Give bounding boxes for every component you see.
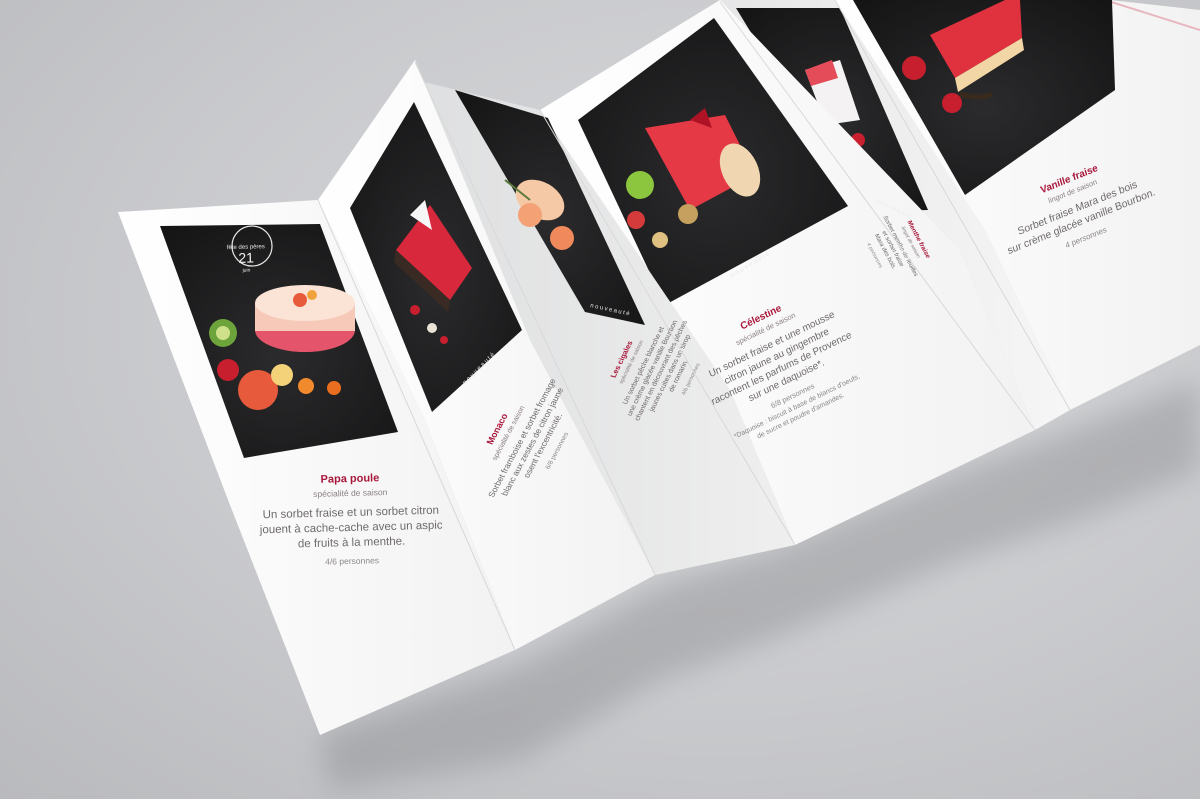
lime bbox=[626, 171, 654, 199]
persons-papa-poule: 4/6 personnes bbox=[325, 555, 379, 566]
title-papa-poule: Papa poule bbox=[320, 472, 379, 486]
brochure-scene: fête des pères 21 juin Papa poule spécia… bbox=[118, 0, 1200, 790]
subtitle-papa-poule: spécialité de saison bbox=[313, 487, 388, 499]
strawberry-1 bbox=[902, 56, 926, 80]
strawberry-2 bbox=[942, 93, 962, 113]
badge-number: 21 bbox=[238, 249, 254, 265]
badge-bottom: juin bbox=[241, 268, 250, 274]
